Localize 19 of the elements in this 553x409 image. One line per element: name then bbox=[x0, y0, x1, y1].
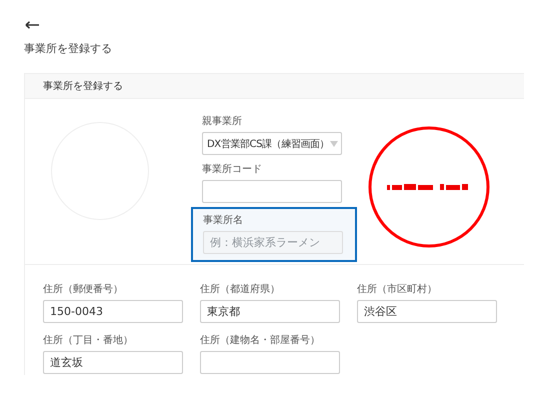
field-label: 事業所コード bbox=[202, 164, 263, 176]
input-field[interactable]: 150-0043 bbox=[43, 300, 183, 323]
input-field[interactable]: 渋谷区 bbox=[357, 300, 497, 323]
field-label: 住所（都道府県） bbox=[200, 284, 281, 296]
page-title: 事業所を登録する bbox=[24, 41, 113, 56]
card-title: 事業所を登録する bbox=[43, 80, 123, 93]
input-field[interactable]: 東京都 bbox=[200, 300, 340, 323]
field-label: 住所（建物名・部屋番号） bbox=[200, 335, 321, 347]
input-field[interactable] bbox=[202, 180, 342, 203]
field-label: 住所（郵便番号） bbox=[43, 284, 124, 296]
field-label: 住所（丁目・番地） bbox=[43, 335, 134, 347]
input-field[interactable] bbox=[200, 351, 340, 374]
field-label: 親事業所 bbox=[202, 116, 243, 128]
input-field[interactable]: 道玄坂 bbox=[43, 351, 183, 374]
caret-icon bbox=[330, 140, 338, 146]
select-field[interactable]: DX営業部CS課（練習画面） bbox=[202, 132, 342, 155]
field-label: 住所（市区町村） bbox=[357, 284, 438, 296]
field-label: 事業所名 bbox=[203, 215, 244, 227]
back-arrow-icon[interactable] bbox=[25, 21, 39, 29]
